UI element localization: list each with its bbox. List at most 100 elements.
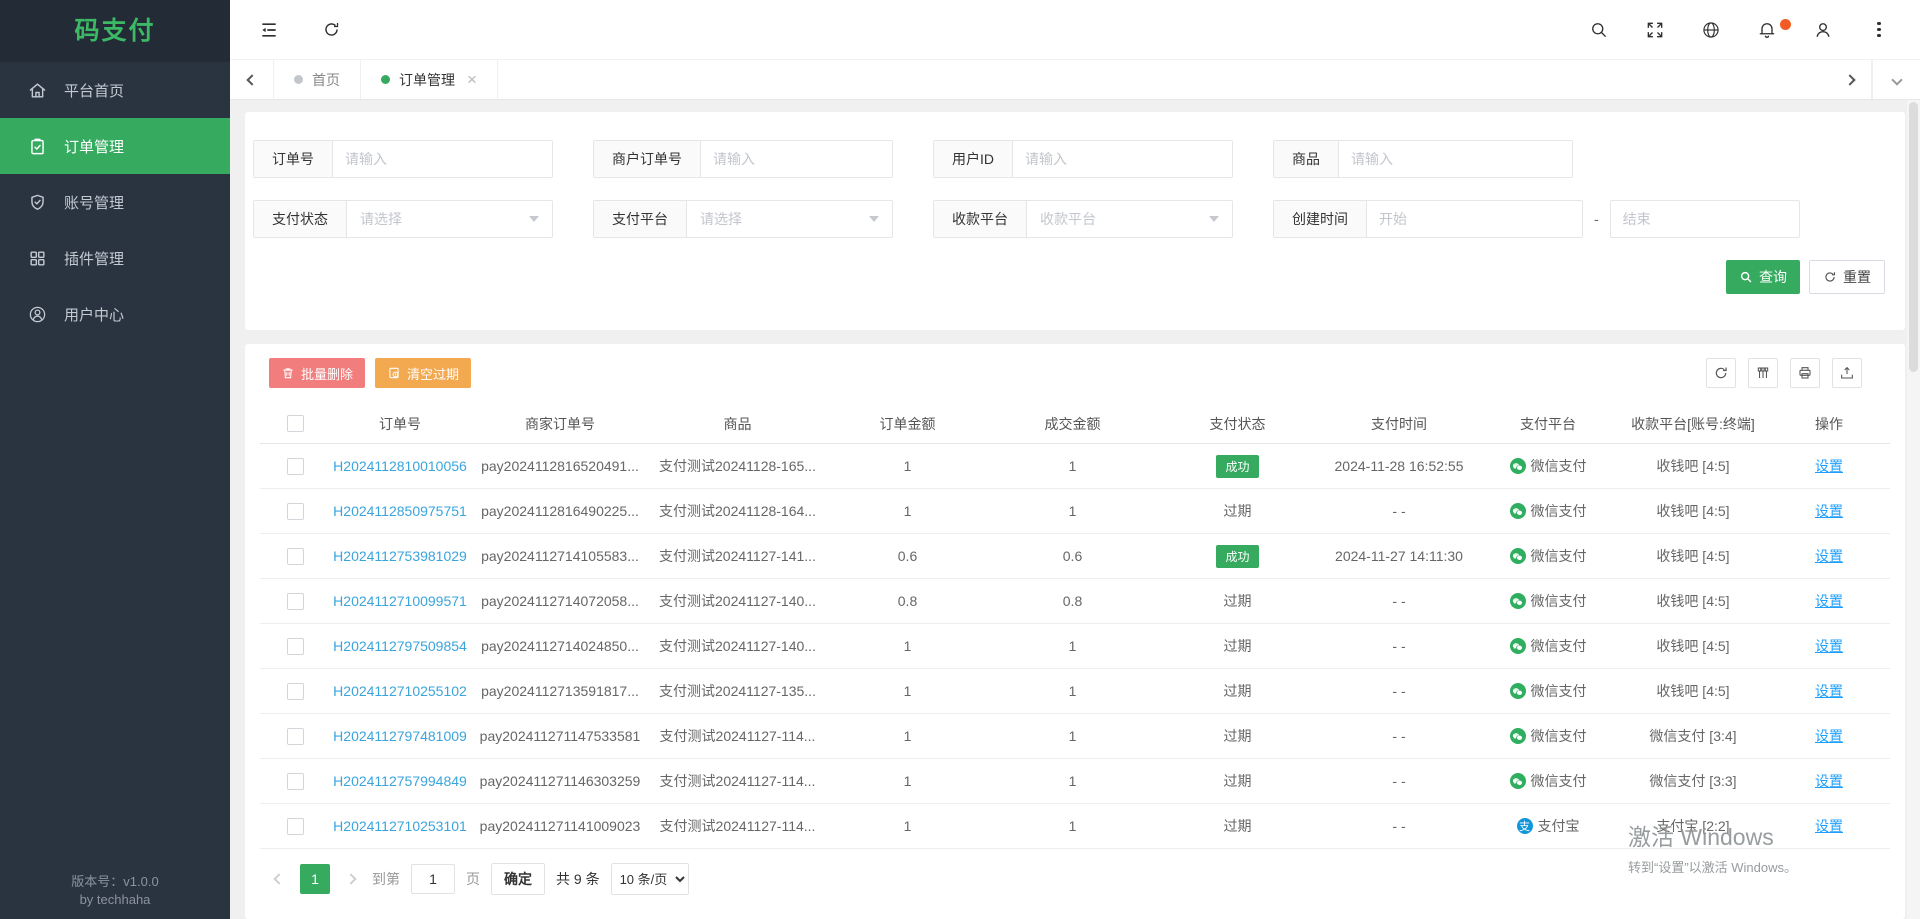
notification-bell-icon[interactable]	[1756, 19, 1778, 41]
filter-row-1: 订单号 商户订单号 用户ID 商品	[253, 140, 1885, 178]
status-badge: 过期	[1224, 816, 1252, 836]
pay-platform-cell: 微信支付	[1478, 636, 1618, 656]
settings-link[interactable]: 设置	[1815, 816, 1843, 836]
filter-panel: 订单号 商户订单号 用户ID 商品	[245, 112, 1905, 330]
pay-status-select[interactable]: 请选择	[347, 201, 552, 237]
goto-page-input[interactable]	[411, 864, 455, 894]
settings-link[interactable]: 设置	[1815, 681, 1843, 701]
sidebar-item-label: 订单管理	[64, 136, 124, 157]
table-header-row: 订单号 商家订单号 商品 订单金额 成交金额 支付状态 支付时间 支付平台 收款…	[260, 404, 1890, 444]
settings-link[interactable]: 设置	[1815, 501, 1843, 521]
receive-platform-select[interactable]: 收款平台	[1027, 201, 1232, 237]
row-checkbox[interactable]	[287, 818, 304, 835]
pay-platform-cell: 微信支付	[1478, 681, 1618, 701]
product-input[interactable]	[1339, 141, 1572, 177]
paid-amount-cell: 1	[990, 818, 1155, 834]
scrollbar	[1907, 100, 1920, 919]
clear-expired-button[interactable]: 清空过期	[375, 358, 471, 388]
row-checkbox[interactable]	[287, 593, 304, 610]
close-tab-icon[interactable]: ×	[467, 71, 477, 88]
current-page[interactable]: 1	[300, 864, 330, 894]
next-page-button[interactable]	[341, 864, 361, 894]
order-no-input[interactable]	[333, 141, 552, 177]
order-amount-cell: 1	[825, 818, 990, 834]
export-icon[interactable]	[1832, 358, 1862, 388]
confirm-page-button[interactable]: 确定	[491, 863, 545, 895]
order-no-link[interactable]: H2024112797509854	[333, 638, 467, 654]
order-no-link[interactable]: H2024112797481009	[333, 728, 467, 744]
settings-link[interactable]: 设置	[1815, 726, 1843, 746]
fullscreen-icon[interactable]	[1644, 19, 1666, 41]
order-amount-cell: 1	[825, 503, 990, 519]
row-checkbox[interactable]	[287, 548, 304, 565]
order-no-link[interactable]: H2024112753981029	[333, 548, 467, 564]
create-time-start-input[interactable]	[1367, 201, 1582, 237]
merchant-order-no-cell: pay2024112713591817...	[470, 683, 650, 699]
sidebar-item-platform-home[interactable]: 平台首页	[0, 62, 230, 118]
search-icon	[1739, 270, 1753, 284]
pay-platform-select[interactable]: 请选择	[687, 201, 892, 237]
sidebar-item-plugin-management[interactable]: 插件管理	[0, 230, 230, 286]
row-checkbox[interactable]	[287, 728, 304, 745]
tab-order-management[interactable]: 订单管理 ×	[361, 60, 498, 99]
product-cell: 支付测试20241127-141...	[650, 546, 825, 566]
column-filter-icon[interactable]	[1748, 358, 1778, 388]
row-checkbox[interactable]	[287, 638, 304, 655]
settings-link[interactable]: 设置	[1815, 771, 1843, 791]
tabs-prev-button[interactable]	[230, 60, 274, 99]
search-icon[interactable]	[1588, 19, 1610, 41]
settings-link[interactable]: 设置	[1815, 546, 1843, 566]
alipay-icon: 支	[1517, 818, 1533, 834]
batch-delete-button[interactable]: 批量删除	[269, 358, 365, 388]
table-row: H2024112710255102 pay2024112713591817...…	[260, 669, 1890, 714]
more-menu-icon[interactable]	[1868, 19, 1890, 41]
settings-link[interactable]: 设置	[1815, 591, 1843, 611]
order-no-link[interactable]: H2024112710099571	[333, 593, 467, 609]
create-time-end-input[interactable]	[1610, 200, 1800, 238]
order-no-link[interactable]: H2024112710255102	[333, 683, 467, 699]
row-checkbox[interactable]	[287, 683, 304, 700]
date-range-separator: -	[1594, 211, 1599, 227]
col-header: 支付平台	[1478, 414, 1618, 434]
tabs-operations-button[interactable]	[1872, 60, 1920, 99]
merchant-order-no-input[interactable]	[701, 141, 892, 177]
col-header: 收款平台[账号:终端]	[1618, 414, 1768, 434]
scrollbar-thumb[interactable]	[1909, 102, 1918, 372]
tabbar: 首页 订单管理 ×	[230, 60, 1920, 100]
topbar-left	[258, 19, 342, 41]
tabs-next-button[interactable]	[1828, 60, 1872, 99]
order-no-link[interactable]: H2024112850975751	[333, 503, 467, 519]
order-no-link[interactable]: H2024112757994849	[333, 773, 467, 789]
select-all-checkbox[interactable]	[287, 415, 304, 432]
row-checkbox[interactable]	[287, 458, 304, 475]
sidebar-item-order-management[interactable]: 订单管理	[0, 118, 230, 174]
collapse-menu-icon[interactable]	[258, 19, 280, 41]
row-checkbox[interactable]	[287, 503, 304, 520]
payment-platform-label: 微信支付	[1531, 726, 1587, 746]
sidebar: 码支付 平台首页 订单管理 账号管理	[0, 0, 230, 919]
row-checkbox[interactable]	[287, 773, 304, 790]
table-refresh-icon[interactable]	[1706, 358, 1736, 388]
reset-button[interactable]: 重置	[1809, 260, 1885, 294]
refresh-page-icon[interactable]	[320, 19, 342, 41]
prev-page-button[interactable]	[269, 864, 289, 894]
wechat-pay-icon	[1510, 458, 1526, 474]
page-size-select[interactable]: 10 条/页	[611, 863, 689, 895]
sidebar-item-user-center[interactable]: 用户中心	[0, 286, 230, 342]
order-no-link[interactable]: H2024112810010056	[333, 458, 467, 474]
print-icon[interactable]	[1790, 358, 1820, 388]
order-no-link[interactable]: H2024112710253101	[333, 818, 467, 834]
settings-link[interactable]: 设置	[1815, 636, 1843, 656]
sidebar-item-account-management[interactable]: 账号管理	[0, 174, 230, 230]
merchant-order-no-cell: pay2024112714105583...	[470, 548, 650, 564]
user-id-input[interactable]	[1013, 141, 1232, 177]
paid-amount-cell: 0.6	[990, 548, 1155, 564]
tab-home[interactable]: 首页	[274, 60, 361, 99]
product-cell: 支付测试20241127-140...	[650, 636, 825, 656]
settings-link[interactable]: 设置	[1815, 456, 1843, 476]
search-button[interactable]: 查询	[1726, 260, 1800, 294]
col-header: 支付时间	[1320, 414, 1478, 434]
language-globe-icon[interactable]	[1700, 19, 1722, 41]
wechat-pay-icon	[1510, 503, 1526, 519]
user-profile-icon[interactable]	[1812, 19, 1834, 41]
